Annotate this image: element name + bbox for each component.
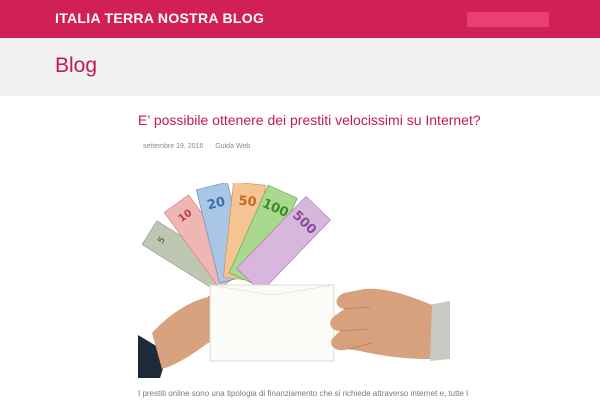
page-header: Blog <box>0 38 600 96</box>
post-category-link[interactable]: Guida Web <box>215 143 250 150</box>
page-title: Blog <box>55 54 98 77</box>
site-header: ITALIA TERRA NOSTRA BLOG <box>0 0 600 38</box>
featured-image[interactable]: 5 10 20 50 100 500 <box>138 183 450 378</box>
banknote-label: 50 <box>238 194 258 211</box>
site-title-link[interactable]: ITALIA TERRA NOSTRA BLOG <box>55 10 264 26</box>
right-hand-illustration <box>330 288 450 361</box>
banknotes-illustration: 5 10 20 50 100 500 <box>141 183 331 293</box>
post-title-link[interactable]: E’ possibile ottenere dei prestiti veloc… <box>138 112 481 128</box>
post-excerpt: I prestiti online sono una tipologia di … <box>138 389 468 398</box>
post-date[interactable]: settembre 19, 2016 <box>143 143 203 150</box>
post-meta: settembre 19, 2016 Guida Web <box>143 143 250 150</box>
envelope-illustration <box>209 284 335 362</box>
search-input[interactable] <box>467 12 549 27</box>
